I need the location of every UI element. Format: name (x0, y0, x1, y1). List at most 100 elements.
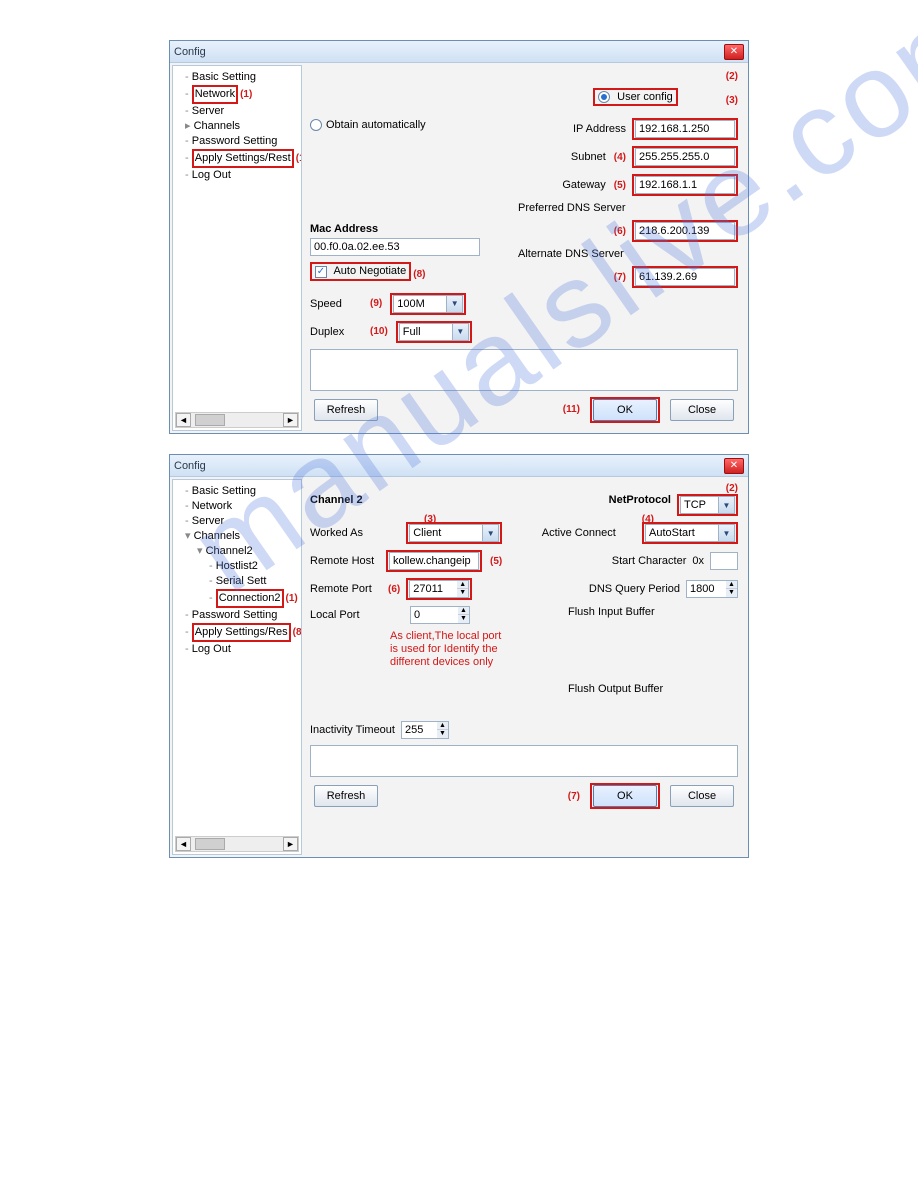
chevron-down-icon: ▼ (718, 497, 734, 513)
alternate-dns-input[interactable] (635, 268, 735, 286)
chevron-down-icon: ▼ (446, 296, 462, 312)
start-character-prefix: 0x (692, 555, 704, 567)
close-icon[interactable]: ✕ (724, 44, 744, 60)
chevron-down-icon: ▼ (718, 525, 734, 541)
stepper-up-icon[interactable]: ▲ (726, 581, 737, 589)
chevron-down-icon: ▼ (482, 525, 498, 541)
worked-as-label: Worked As (310, 527, 380, 539)
tree-server[interactable]: - Server (175, 514, 299, 529)
tree-basic-setting[interactable]: - Basic Setting (175, 70, 299, 85)
tree-channels[interactable]: ▸ Channels (175, 119, 299, 134)
window-title: Config (174, 460, 724, 472)
stepper-down-icon[interactable]: ▼ (458, 615, 469, 623)
tree-server[interactable]: - Server (175, 104, 299, 119)
local-port-label: Local Port (310, 609, 380, 621)
preferred-dns-input[interactable] (635, 222, 735, 240)
remote-host-label: Remote Host (310, 555, 380, 567)
tree-apply-settings[interactable]: - Apply Settings/Rest(12) (175, 149, 299, 168)
scroll-thumb[interactable] (195, 414, 225, 426)
tree-serial-sett[interactable]: - Serial Sett (175, 574, 299, 589)
start-character-input[interactable] (710, 552, 738, 570)
close-button[interactable]: Close (670, 785, 734, 807)
active-connect-select[interactable]: AutoStart▼ (645, 524, 735, 542)
refresh-button[interactable]: Refresh (314, 785, 378, 807)
stepper-up-icon[interactable]: ▲ (458, 607, 469, 615)
remote-port-stepper[interactable]: ▲▼ (409, 580, 469, 598)
worked-as-select[interactable]: Client▼ (409, 524, 499, 542)
tree-log-out[interactable]: - Log Out (175, 642, 299, 657)
user-config-radio[interactable]: User config (593, 88, 678, 106)
auto-negotiate-checkbox[interactable]: Auto Negotiate (310, 262, 411, 281)
ip-address-label: IP Address (573, 123, 626, 135)
chevron-down-icon: ▼ (452, 324, 468, 340)
scroll-thumb[interactable] (195, 838, 225, 850)
inactivity-timeout-stepper[interactable]: ▲▼ (401, 721, 449, 739)
mac-address-label: Mac Address (310, 223, 378, 235)
refresh-button[interactable]: Refresh (314, 399, 378, 421)
stepper-down-icon[interactable]: ▼ (457, 589, 468, 597)
scroll-right-icon[interactable]: ► (283, 837, 298, 851)
remote-host-input[interactable] (389, 552, 479, 570)
status-box (310, 349, 738, 391)
subnet-input[interactable] (635, 148, 735, 166)
active-connect-label: Active Connect (542, 527, 616, 539)
stepper-up-icon[interactable]: ▲ (437, 722, 448, 730)
subnet-label: Subnet (571, 151, 606, 163)
tree-password-setting[interactable]: - Password Setting (175, 608, 299, 623)
netprotocol-label: NetProtocol (609, 494, 671, 506)
scroll-left-icon[interactable]: ◄ (176, 413, 191, 427)
ip-address-input[interactable] (635, 120, 735, 138)
dns-query-label: DNS Query Period (589, 583, 680, 595)
tree-network[interactable]: - Network(1) (175, 85, 299, 104)
tree-log-out[interactable]: - Log Out (175, 168, 299, 183)
start-character-label: Start Character (612, 555, 687, 567)
dns-query-stepper[interactable]: ▲▼ (686, 580, 738, 598)
scroll-right-icon[interactable]: ► (283, 413, 298, 427)
inactivity-timeout-label: Inactivity Timeout (310, 724, 395, 736)
tree-channel2[interactable]: ▾ Channel2 (175, 544, 299, 559)
note-text: As client,The local port is used for Ide… (390, 630, 738, 669)
speed-select[interactable]: 100M▼ (393, 295, 463, 313)
preferred-dns-label: Preferred DNS Server (518, 202, 626, 214)
tree-basic-setting[interactable]: - Basic Setting (175, 484, 299, 499)
speed-label: Speed (310, 298, 360, 310)
close-button[interactable]: Close (670, 399, 734, 421)
main-panel-1: Obtain automatically (2) User config (304, 63, 748, 433)
sidebar-scrollbar[interactable]: ◄ ► (175, 412, 299, 428)
tree-channels[interactable]: ▾ Channels (175, 529, 299, 544)
netprotocol-select[interactable]: TCP▼ (680, 496, 735, 514)
local-port-stepper[interactable]: ▲▼ (410, 606, 470, 624)
scroll-left-icon[interactable]: ◄ (176, 837, 191, 851)
gateway-label: Gateway (562, 179, 605, 191)
flush-output-label: Flush Output Buffer (568, 683, 738, 695)
titlebar-1: Config ✕ (170, 41, 748, 63)
tree-password-setting[interactable]: - Password Setting (175, 134, 299, 149)
status-box (310, 745, 738, 777)
remote-port-label: Remote Port (310, 583, 380, 595)
ok-button[interactable]: OK (593, 785, 657, 807)
stepper-down-icon[interactable]: ▼ (437, 730, 448, 738)
alternate-dns-label: Alternate DNS Server (518, 248, 624, 260)
stepper-up-icon[interactable]: ▲ (457, 581, 468, 589)
tree-hostlist2[interactable]: - Hostlist2 (175, 559, 299, 574)
obtain-auto-radio[interactable]: Obtain automatically (310, 119, 426, 131)
titlebar-2: Config ✕ (170, 455, 748, 477)
config-window-1: Config ✕ - Basic Setting - Network(1) - … (169, 40, 749, 434)
tree-network[interactable]: - Network (175, 499, 299, 514)
tree-apply-settings[interactable]: - Apply Settings/Res(8) (175, 623, 299, 642)
flush-input-label: Flush Input Buffer (568, 606, 738, 618)
sidebar-tree-1: - Basic Setting - Network(1) - Server ▸ … (172, 65, 302, 431)
stepper-down-icon[interactable]: ▼ (726, 589, 737, 597)
gateway-input[interactable] (635, 176, 735, 194)
sidebar-tree-2: - Basic Setting - Network - Server ▾ Cha… (172, 479, 302, 855)
sidebar-scrollbar[interactable]: ◄ ► (175, 836, 299, 852)
duplex-select[interactable]: Full▼ (399, 323, 469, 341)
main-panel-2: Channel 2 NetProtocol (2) TCP▼ (304, 477, 748, 857)
ok-button[interactable]: OK (593, 399, 657, 421)
window-title: Config (174, 46, 724, 58)
tree-connection2[interactable]: - Connection2(1) (175, 589, 299, 608)
channel-heading: Channel 2 (310, 494, 363, 506)
config-window-2: Config ✕ - Basic Setting - Network - Ser… (169, 454, 749, 858)
close-icon[interactable]: ✕ (724, 458, 744, 474)
mac-address-input[interactable] (310, 238, 480, 256)
